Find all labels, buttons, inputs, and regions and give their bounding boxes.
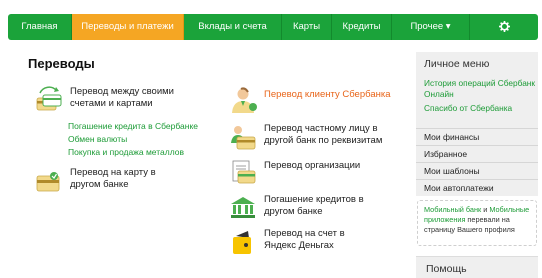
help-title: Помощь xyxy=(426,263,467,275)
transfer-private-person[interactable]: Перевод частному лицу в другой банк по р… xyxy=(228,123,408,151)
bank-icon xyxy=(231,197,255,218)
gear-icon xyxy=(498,21,510,32)
sublink-metals[interactable]: Покупка и продажа металлов xyxy=(68,146,198,159)
link-spasibo[interactable]: Спасибо от Сбербанка xyxy=(424,103,536,114)
sublink-currency-exchange[interactable]: Обмен валюты xyxy=(68,133,198,146)
transfer-yandex-money-label: Перевод на счет в Яндекс Деньгах xyxy=(264,228,345,251)
nav-item-transfers[interactable]: Переводы и платежи xyxy=(72,14,184,40)
yandex-wallet-icon xyxy=(233,231,251,254)
transfer-card-other-bank-label: Перевод на карту в другом банке xyxy=(70,167,156,190)
promo-notice: Мобильный банк и Мобильные приложения пе… xyxy=(417,200,537,246)
nav-item-credits[interactable]: Кредиты xyxy=(332,14,392,40)
nav-item-other[interactable]: Прочее ▾ xyxy=(392,14,470,40)
sublink-sber-credit[interactable]: Погашение кредита в Сбербанке xyxy=(68,120,198,133)
card-icon xyxy=(36,172,60,192)
transfer-sublinks: Погашение кредита в Сбербанке Обмен валю… xyxy=(68,120,198,159)
cards-exchange-icon xyxy=(36,86,62,111)
sidebar-divider xyxy=(416,162,538,163)
page-title: Переводы xyxy=(28,56,95,71)
transfer-organization-label: Перевод организации xyxy=(264,160,361,171)
transfer-yandex-money[interactable]: Перевод на счет в Яндекс Деньгах xyxy=(228,228,408,256)
transfer-card-other-bank[interactable]: Перевод на карту в другом банке xyxy=(34,167,174,195)
transfer-own-accounts[interactable]: Перевод между своими счетами и картами xyxy=(34,86,204,114)
menu-favorites[interactable]: Избранное xyxy=(424,149,467,159)
transfer-organization[interactable]: Перевод организации xyxy=(228,157,408,185)
transfer-own-accounts-label: Перевод между своими счетами и картами xyxy=(70,86,174,109)
menu-my-autopayments[interactable]: Мои автоплатежи xyxy=(424,183,494,193)
link-mobile-bank[interactable]: Мобильный банк xyxy=(424,205,481,214)
menu-my-finances[interactable]: Мои финансы xyxy=(424,132,479,142)
nav-item-cards[interactable]: Карты xyxy=(282,14,332,40)
nav-item-deposits[interactable]: Вклады и счета xyxy=(184,14,282,40)
personal-menu: Личное меню История операций Сбербанк Он… xyxy=(416,52,538,196)
transfer-sber-client-label: Перевод клиенту Сбербанка xyxy=(264,89,391,100)
sidebar-divider xyxy=(416,128,538,129)
transfer-private-person-label: Перевод частному лицу в другой банк по р… xyxy=(264,123,383,146)
client-icon xyxy=(232,87,257,113)
sidebar-divider xyxy=(416,145,538,146)
sidebar-divider xyxy=(416,179,538,180)
nav-item-home[interactable]: Главная xyxy=(8,14,72,40)
repay-credits-other-bank-label: Погашение кредитов в другом банке xyxy=(264,194,364,217)
person-card-icon xyxy=(231,126,256,150)
settings-button[interactable] xyxy=(470,14,538,40)
menu-my-templates[interactable]: Мои шаблоны xyxy=(424,166,480,176)
main-nav: Главная Переводы и платежи Вклады и счет… xyxy=(8,14,538,40)
link-operations-history[interactable]: История операций Сбербанк Онлайн xyxy=(424,78,536,100)
organization-icon xyxy=(232,160,256,184)
repay-credits-other-bank[interactable]: Погашение кредитов в другом банке xyxy=(228,194,408,222)
help-panel[interactable]: Помощь xyxy=(416,256,538,278)
personal-menu-title: Личное меню xyxy=(424,58,490,70)
transfer-sber-client[interactable]: Перевод клиенту Сбербанка xyxy=(228,86,408,114)
